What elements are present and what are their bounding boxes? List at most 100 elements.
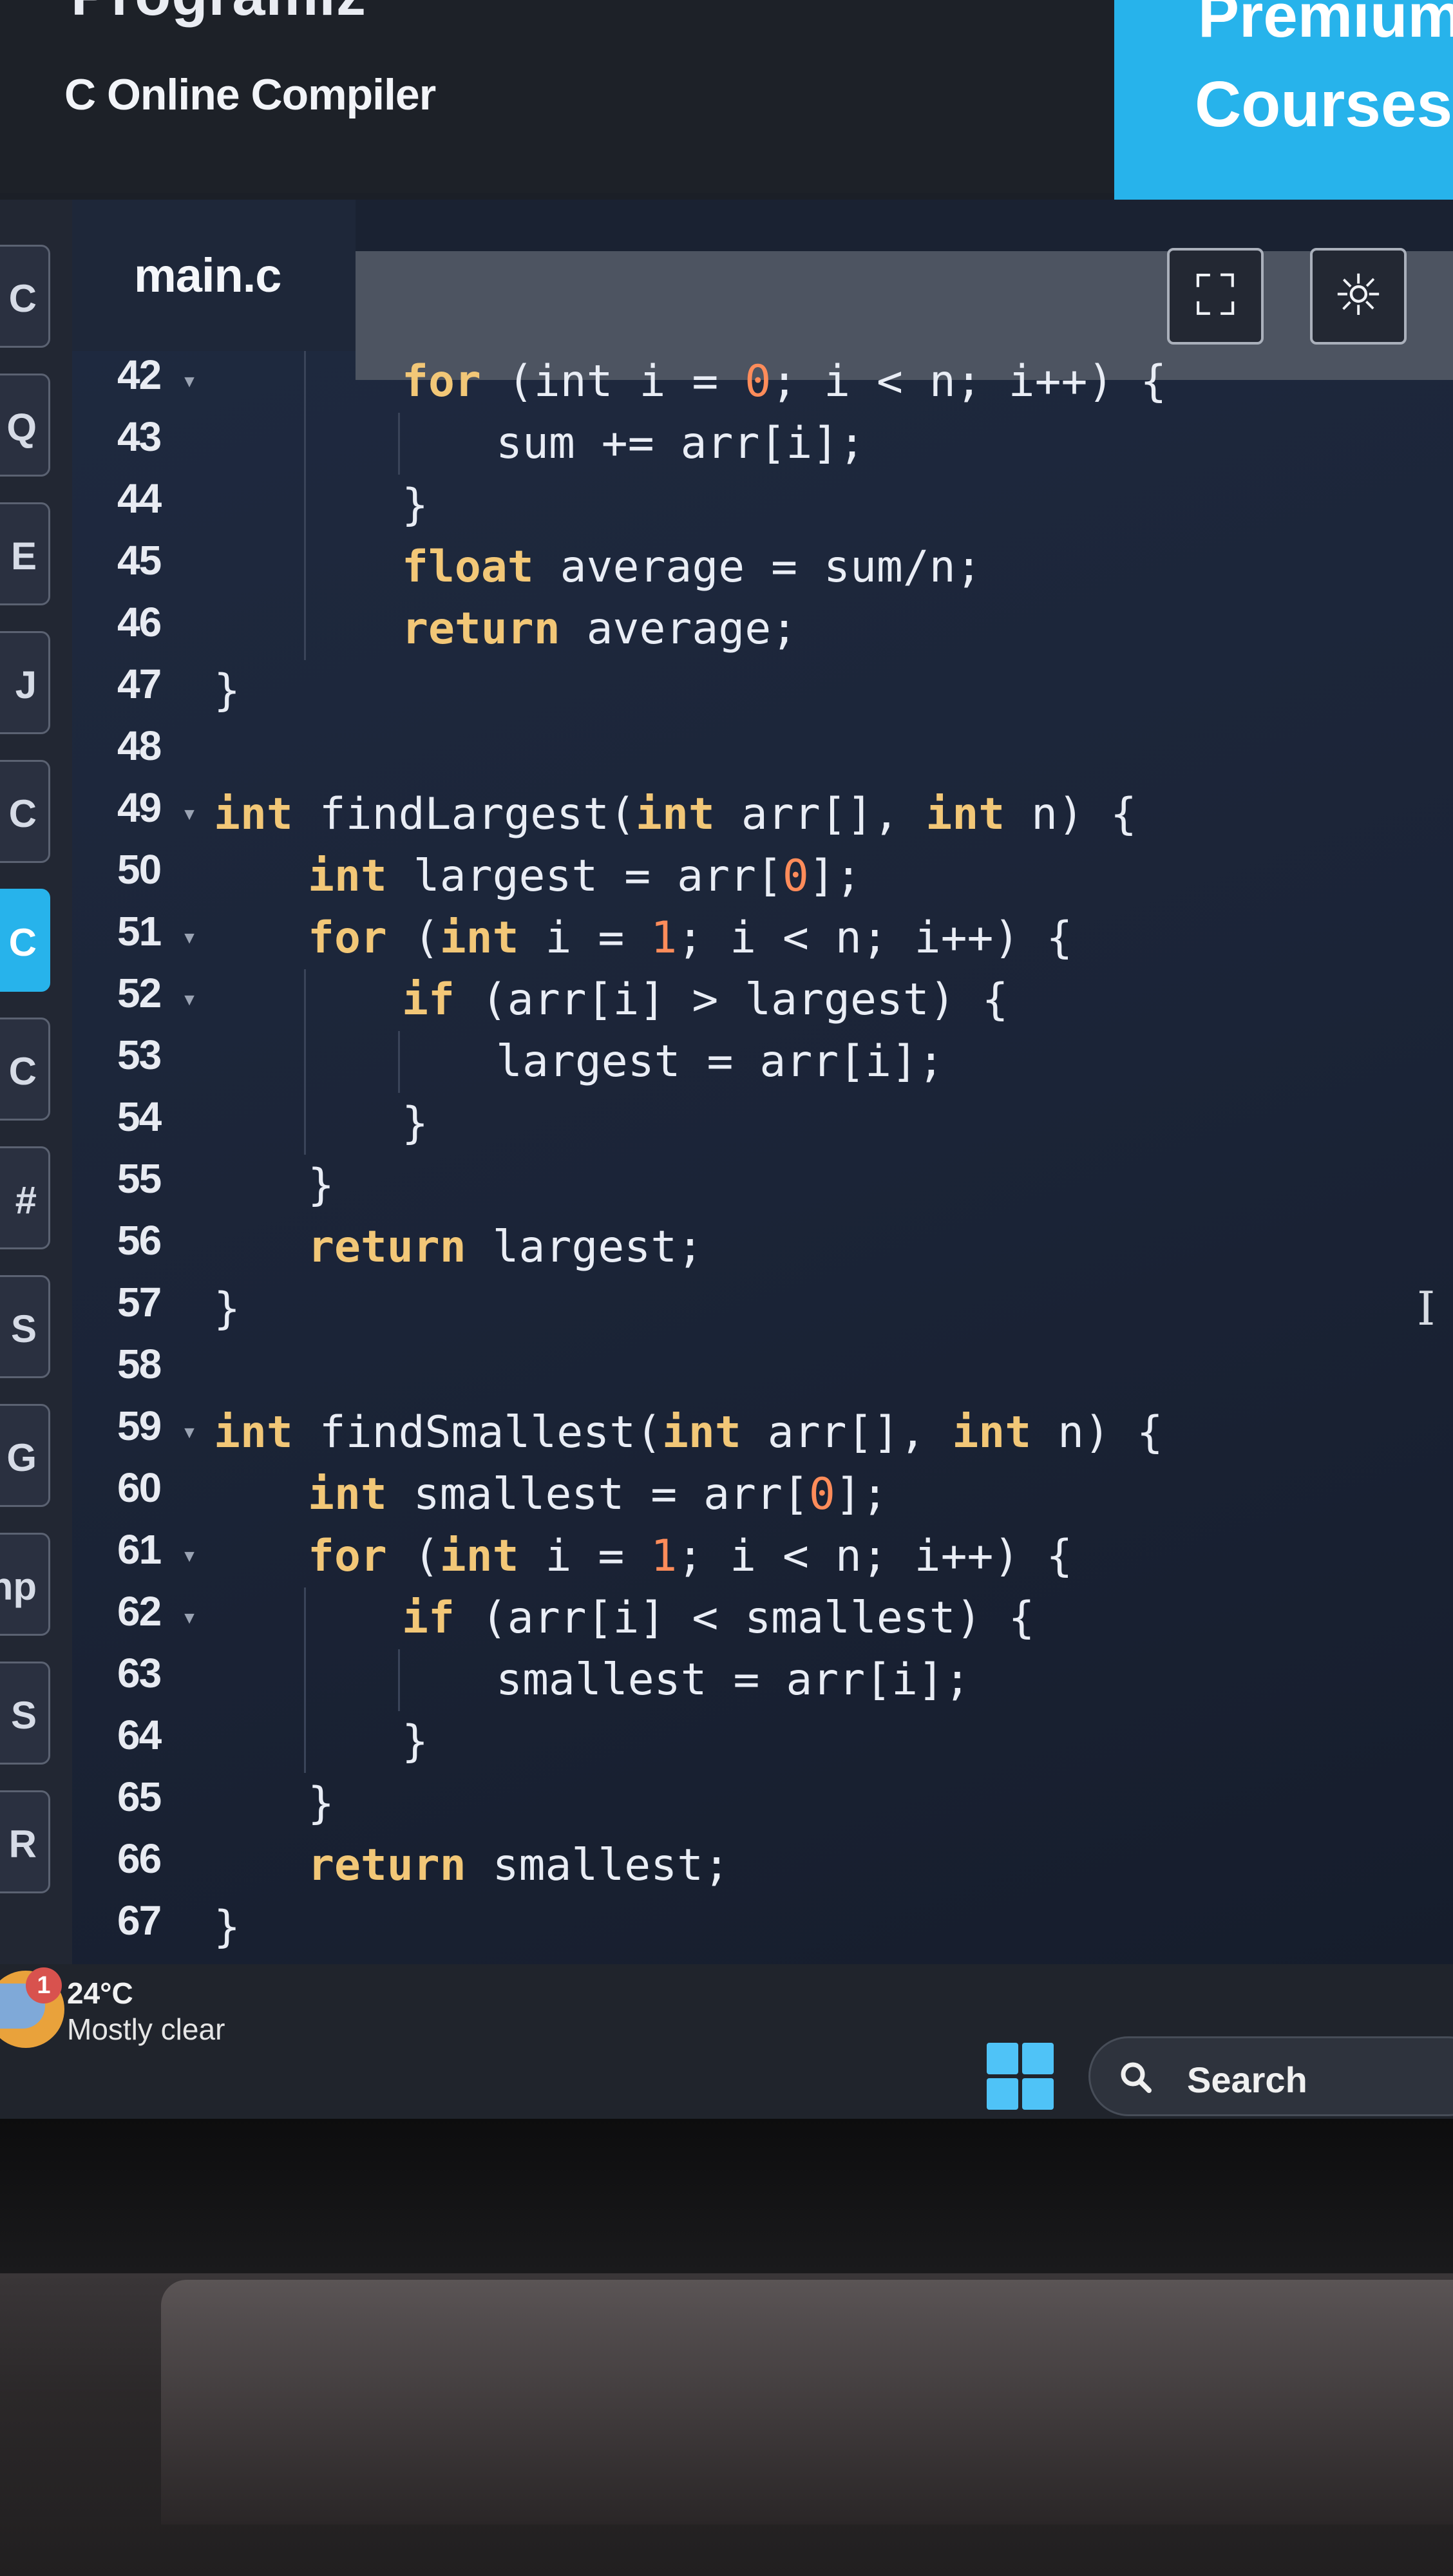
code-text: int findSmallest(int arr[], int n) { — [214, 1402, 1163, 1464]
code-line[interactable]: 59 ▾ int findSmallest(int arr[], int n) { — [72, 1402, 1453, 1464]
fold-arrow-icon[interactable]: ▾ — [182, 906, 197, 968]
code-text: float average = sum/n; — [402, 536, 982, 598]
line-number: 66 — [117, 1835, 162, 1882]
brand-logo[interactable]: Programiz — [71, 0, 366, 29]
code-line[interactable]: 48 — [72, 722, 1453, 784]
code-line[interactable]: 64} — [72, 1711, 1453, 1773]
fold-arrow-icon[interactable]: ▾ — [182, 1401, 197, 1463]
indent-guide — [304, 598, 306, 660]
code-text: largest = arr[i]; — [496, 1031, 944, 1093]
code-keyword: int — [439, 1531, 519, 1582]
fold-arrow-icon[interactable]: ▾ — [182, 350, 197, 412]
code-line[interactable]: 53 largest = arr[i]; — [72, 1031, 1453, 1093]
weather-description[interactable]: Mostly clear — [67, 2012, 225, 2047]
sidebar-language-item[interactable]: C — [0, 1018, 50, 1121]
code-line[interactable]: 61 ▾ for (int i = 1; i < n; i++) { — [72, 1526, 1453, 1587]
line-number: 45 — [117, 537, 162, 583]
code-line[interactable]: 50 int largest = arr[0]; — [72, 846, 1453, 907]
code-line[interactable]: 44} — [72, 475, 1453, 536]
sidebar-language-item[interactable]: R — [0, 1790, 50, 1893]
code-text: } — [308, 1155, 334, 1217]
code-line[interactable]: 46 return average; — [72, 598, 1453, 660]
search-label: Search — [1187, 2060, 1307, 2100]
line-number: 42 — [117, 352, 162, 398]
sidebar-language-item[interactable]: S — [0, 1275, 50, 1378]
fullscreen-button[interactable]: ⛶ — [1167, 248, 1264, 345]
code-token: } — [308, 1160, 334, 1211]
taskbar-search-box[interactable]: Search — [1088, 2036, 1453, 2116]
sidebar-language-item[interactable]: hp — [0, 1533, 50, 1636]
code-line[interactable]: 63 smallest = arr[i]; — [72, 1649, 1453, 1711]
code-token: (arr[i] < smallest) { — [454, 1593, 1035, 1643]
code-line[interactable]: 56 return largest; — [72, 1217, 1453, 1278]
sidebar-language-item[interactable]: E — [0, 502, 50, 605]
code-token: smallest; — [466, 1840, 730, 1891]
code-line[interactable]: 47} — [72, 660, 1453, 722]
sidebar-language-item[interactable]: S — [0, 1662, 50, 1765]
code-keyword: int — [214, 789, 293, 840]
code-token: i = — [518, 913, 651, 963]
sidebar-language-item[interactable]: C — [0, 760, 50, 863]
code-token: findLargest( — [292, 789, 636, 840]
code-token: } — [308, 1778, 334, 1829]
code-line[interactable]: 42 ▾ for (int i = 0; i < n; i++) { — [72, 351, 1453, 413]
code-line[interactable]: 65} — [72, 1773, 1453, 1835]
sidebar-language-item[interactable]: G — [0, 1404, 50, 1507]
sidebar-language-item[interactable]: Q — [0, 374, 50, 477]
line-number: 63 — [117, 1650, 162, 1696]
code-token: ]; — [808, 851, 862, 902]
code-line[interactable]: 66 return smallest; — [72, 1835, 1453, 1897]
windows-start-icon[interactable] — [987, 2043, 1054, 2110]
sidebar-language-item[interactable]: # — [0, 1146, 50, 1249]
sidebar-language-item[interactable]: C — [0, 889, 50, 992]
sidebar-language-item[interactable]: C — [0, 245, 50, 348]
sidebar-language-item[interactable]: J — [0, 631, 50, 734]
code-token: ; i < n; i++) { — [677, 913, 1073, 963]
code-line[interactable]: 51 ▾ for (int i = 1; i < n; i++) { — [72, 907, 1453, 969]
code-token: largest = arr[ — [386, 851, 783, 902]
code-line[interactable]: 57} — [72, 1278, 1453, 1340]
line-number: 61 — [117, 1526, 162, 1573]
code-text: } — [402, 1093, 428, 1155]
code-line[interactable]: 43 sum += arr[i]; — [72, 413, 1453, 475]
code-token: ( — [386, 1531, 440, 1582]
code-line[interactable]: 52 ▾ if (arr[i] > largest) { — [72, 969, 1453, 1031]
line-number: 50 — [117, 846, 162, 893]
code-keyword: int — [214, 1407, 293, 1458]
fullscreen-icon: ⛶ — [1195, 262, 1235, 328]
code-line[interactable]: 49 ▾ int findLargest(int arr[], int n) { — [72, 784, 1453, 846]
code-line[interactable]: 45 float average = sum/n; — [72, 536, 1453, 598]
code-keyword: if — [402, 1593, 455, 1643]
code-text: return largest; — [308, 1217, 703, 1278]
premium-courses-button[interactable]: Premium Courses — [1114, 0, 1453, 206]
line-number: 56 — [117, 1217, 162, 1264]
code-token: arr[], — [741, 1407, 953, 1458]
code-line[interactable]: 67} — [72, 1897, 1453, 1958]
line-number: 51 — [117, 908, 162, 954]
tab-main-c[interactable]: main.c — [72, 200, 356, 351]
code-token: } — [402, 480, 428, 531]
fold-arrow-icon[interactable]: ▾ — [182, 968, 197, 1030]
fold-arrow-icon[interactable]: ▾ — [182, 1524, 197, 1586]
code-text: return average; — [402, 598, 797, 660]
code-text: int findLargest(int arr[], int n) { — [214, 784, 1137, 846]
code-line[interactable]: 58 — [72, 1340, 1453, 1402]
fold-arrow-icon[interactable]: ▾ — [182, 1586, 197, 1648]
code-line[interactable]: 55} — [72, 1155, 1453, 1217]
code-keyword: if — [402, 974, 455, 1025]
code-line[interactable]: 54} — [72, 1093, 1453, 1155]
code-area[interactable]: 42 ▾ for (int i = 0; i < n; i++) {43 sum +=… — [72, 351, 1453, 1961]
code-editor[interactable]: main.c ⛶ ☼ 42 ▾ for (int i = 0; i < n; i++… — [72, 200, 1453, 1964]
taskbar: 1 24°C Mostly clear Search — [0, 1964, 1453, 2119]
code-line[interactable]: 62 ▾ if (arr[i] < smallest) { — [72, 1587, 1453, 1649]
code-token: } — [402, 1716, 428, 1767]
line-number: 46 — [117, 599, 162, 645]
code-line[interactable]: 60 int smallest = arr[0]; — [72, 1464, 1453, 1526]
code-token: i = — [518, 1531, 651, 1582]
monitor-screen: Programiz C Online Compiler Premium Cour… — [0, 0, 1453, 2119]
fold-arrow-icon[interactable]: ▾ — [182, 782, 197, 844]
code-text: } — [214, 660, 240, 722]
theme-toggle-button[interactable]: ☼ — [1310, 248, 1407, 345]
weather-temperature[interactable]: 24°C — [67, 1976, 133, 2011]
code-text: } — [402, 475, 428, 536]
